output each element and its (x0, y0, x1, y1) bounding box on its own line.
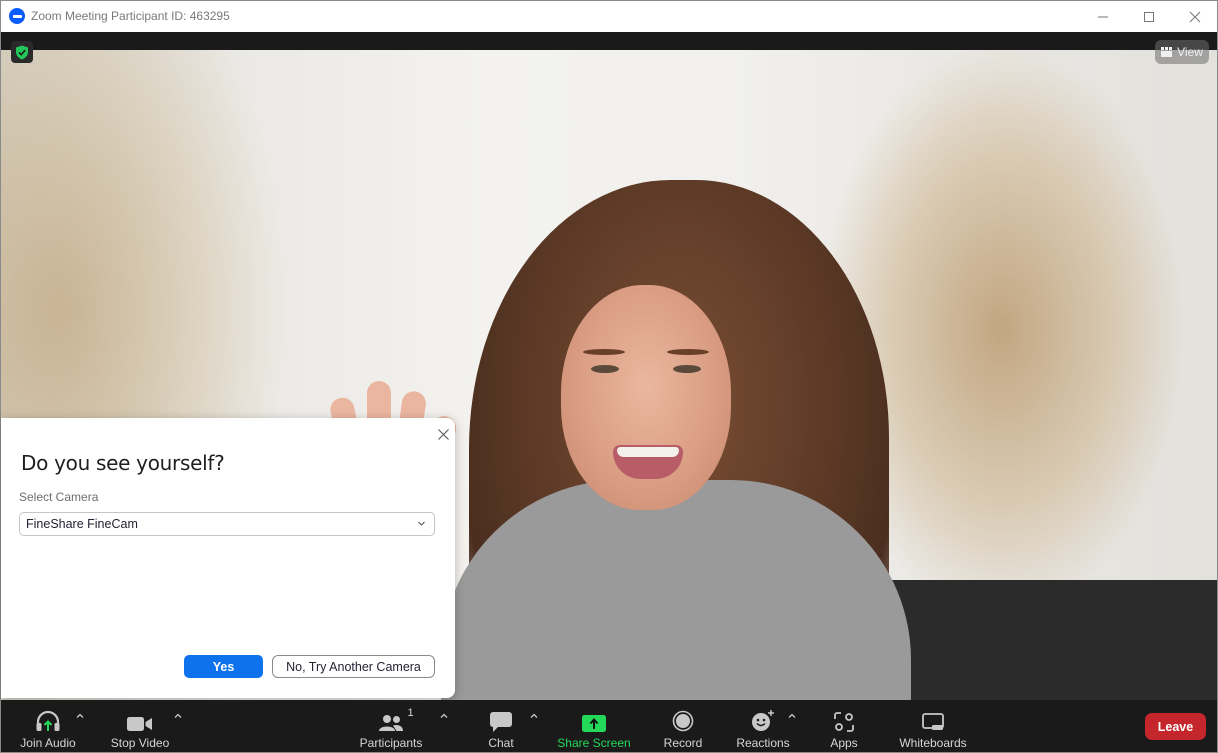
whiteboards-button[interactable]: Whiteboards (894, 700, 972, 752)
headphones-icon (36, 710, 60, 731)
chat-bubble-icon (490, 712, 512, 732)
chevron-up-icon (440, 713, 448, 718)
shield-check-icon (16, 45, 28, 59)
participants-label: Participants (359, 736, 423, 750)
chat-button[interactable]: Chat (476, 700, 526, 752)
grid-view-icon (1161, 47, 1173, 57)
stop-video-label: Stop Video (110, 736, 170, 750)
video-options-caret[interactable] (172, 710, 184, 720)
left-brow (583, 349, 625, 355)
dialog-close-button[interactable] (434, 425, 452, 443)
chat-label: Chat (488, 736, 514, 750)
people-icon (379, 715, 404, 731)
try-another-camera-button[interactable]: No, Try Another Camera (272, 655, 435, 678)
select-camera-label: Select Camera (19, 490, 99, 504)
participants-button[interactable]: 1 Participants (356, 700, 426, 752)
minimize-button[interactable] (1080, 1, 1126, 32)
join-audio-button[interactable]: Join Audio (13, 700, 83, 752)
camera-check-dialog: Do you see yourself? Select Camera FineS… (1, 418, 455, 698)
whiteboards-label: Whiteboards (899, 736, 967, 750)
audio-options-caret[interactable] (74, 710, 86, 720)
dialog-title: Do you see yourself? (21, 451, 225, 475)
right-eye (673, 365, 701, 373)
apps-label: Apps (830, 736, 858, 750)
chevron-up-icon (174, 713, 182, 718)
close-icon (437, 428, 449, 440)
participant-count: 1 (407, 707, 414, 719)
maximize-icon (1144, 11, 1154, 22)
reactions-options-caret[interactable] (786, 710, 798, 720)
video-camera-icon (127, 717, 152, 731)
record-icon (672, 710, 694, 732)
view-label: View (1177, 45, 1203, 59)
apps-button[interactable]: Apps (823, 700, 865, 752)
title-bar: Zoom Meeting Participant ID: 463295 (1, 1, 1217, 32)
participant-face (561, 285, 731, 510)
left-eye (591, 365, 619, 373)
whiteboard-icon (922, 713, 944, 730)
close-icon (1189, 11, 1201, 22)
view-button[interactable]: View (1155, 40, 1209, 64)
maximize-button[interactable] (1126, 1, 1172, 32)
apps-icon (834, 712, 854, 732)
zoom-logo-icon (9, 8, 25, 24)
share-screen-icon (582, 715, 606, 732)
join-audio-label: Join Audio (20, 736, 76, 750)
stop-video-button[interactable]: Stop Video (105, 700, 175, 752)
chevron-up-icon (788, 713, 796, 718)
selected-camera-value: FineShare FineCam (26, 517, 138, 531)
chat-options-caret[interactable] (528, 710, 540, 720)
chevron-up-icon (76, 713, 84, 718)
record-label: Record (663, 736, 703, 750)
top-strip (1, 32, 1217, 50)
share-screen-label: Share Screen (557, 736, 631, 750)
meeting-toolbar: Join Audio Stop Video 1 Participants Cha… (1, 700, 1217, 752)
yes-button[interactable]: Yes (184, 655, 263, 678)
security-badge[interactable] (11, 41, 33, 63)
background-sofa (861, 580, 1217, 700)
zoom-meeting-window: Zoom Meeting Participant ID: 463295 View… (0, 0, 1218, 753)
reactions-button[interactable]: Reactions (733, 700, 793, 752)
close-window-button[interactable] (1172, 1, 1218, 32)
share-screen-button[interactable]: Share Screen (554, 700, 634, 752)
record-button[interactable]: Record (658, 700, 708, 752)
window-title: Zoom Meeting Participant ID: 463295 (31, 9, 230, 23)
minimize-icon (1098, 16, 1108, 17)
chevron-up-icon (530, 713, 538, 718)
chevron-down-icon (418, 521, 425, 526)
leave-button[interactable]: Leave (1145, 713, 1206, 740)
participants-options-caret[interactable] (438, 710, 450, 720)
smile (613, 445, 683, 479)
right-brow (667, 349, 709, 355)
camera-select[interactable]: FineShare FineCam (19, 512, 435, 536)
smiley-plus-icon (752, 710, 774, 731)
reactions-label: Reactions (736, 736, 790, 750)
